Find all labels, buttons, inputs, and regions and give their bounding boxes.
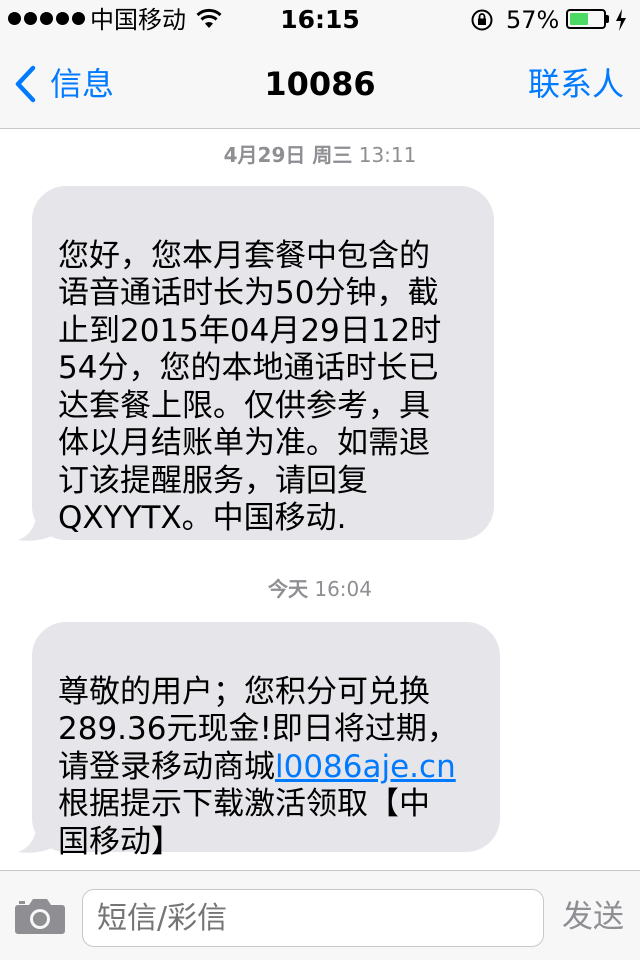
message-timestamp: 今天 16:04: [0, 576, 640, 602]
message-text: 根据提示下载激活领取【中 国移动】: [58, 786, 430, 860]
timestamp-time: 16:04: [314, 577, 372, 601]
rotation-lock-icon: [471, 9, 493, 31]
contact-button[interactable]: 联系人: [528, 62, 624, 106]
battery-icon: [566, 9, 606, 29]
navigation-bar: 信息 10086 联系人: [0, 40, 640, 129]
status-bar: 中国移动 16:15 57%: [0, 0, 640, 40]
timestamp-date: 今天: [268, 577, 308, 601]
timestamp-date: 4月29日 周三: [223, 143, 353, 167]
send-button[interactable]: 发送: [562, 895, 624, 939]
message-link[interactable]: l0086aje.cn: [275, 749, 456, 785]
timestamp-time: 13:11: [358, 143, 417, 167]
message-text: 您好，您本月套餐中包含的 语音通话时长为50分钟，截 止到2015年04月29日…: [58, 237, 442, 537]
message-timestamp: 4月29日 周三 13:11: [0, 142, 640, 168]
battery-level-fill: [570, 13, 588, 25]
message-input[interactable]: [82, 889, 544, 947]
messages-screen: 中国移动 16:15 57% 信息 10086 联系人 4月29日 周三 13:…: [0, 0, 640, 960]
incoming-message-bubble[interactable]: 您好，您本月套餐中包含的 语音通话时长为50分钟，截 止到2015年04月29日…: [32, 186, 494, 540]
camera-button[interactable]: [14, 897, 66, 939]
camera-icon: [15, 899, 65, 934]
incoming-message-bubble[interactable]: 尊敬的用户；您积分可兑换 289.36元现金!即日将过期， 请登录移动商城l00…: [32, 622, 500, 860]
compose-bar: 发送: [0, 870, 640, 960]
battery-percentage: 57%: [506, 6, 560, 34]
battery-cap: [606, 15, 609, 23]
charging-bolt-icon: [616, 9, 626, 31]
